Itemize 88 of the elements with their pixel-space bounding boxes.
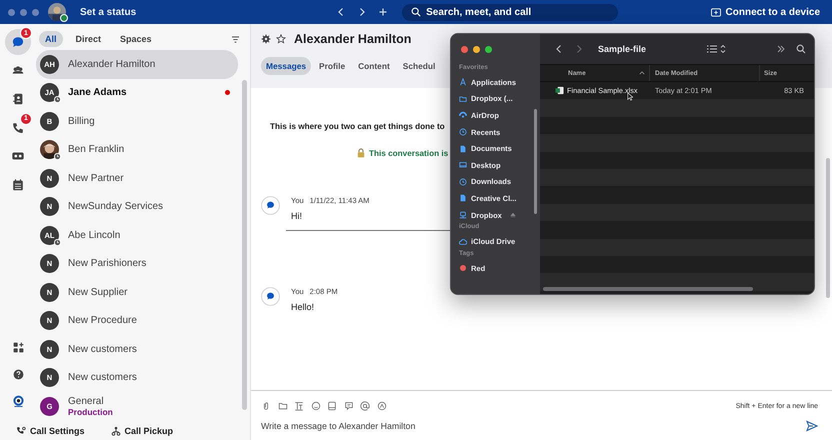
unread-dot (225, 90, 230, 96)
filter-tab[interactable]: Spaces (114, 31, 158, 47)
calendar-icon (11, 178, 25, 192)
contact-name: New Supplier (68, 286, 128, 298)
chat-avatar-icon (261, 287, 280, 306)
presence-dot (60, 14, 68, 22)
chat-avatar-icon (261, 196, 280, 215)
phone-settings-icon (16, 426, 26, 436)
contact-name: New Procedure (68, 315, 137, 326)
clock-icon (459, 128, 467, 136)
scrollbar[interactable] (826, 158, 830, 298)
pickup-icon (110, 426, 121, 436)
contacts-icon (11, 92, 25, 106)
attach-icon[interactable] (261, 401, 271, 411)
call-settings-button[interactable]: Call Settings (16, 426, 85, 436)
contact-item[interactable]: Ben Franklin (36, 136, 238, 164)
back-icon[interactable] (554, 44, 564, 54)
contact-name: New customers (68, 344, 137, 355)
monitor-icon (459, 161, 467, 170)
window-title: Sample-file (598, 44, 646, 54)
call-pickup-button[interactable]: Call Pickup (110, 426, 174, 436)
conversation-tab[interactable]: Profile (314, 57, 350, 75)
logo-icon[interactable] (12, 395, 24, 408)
conversation-title: Alexander Hamilton (294, 32, 412, 46)
scrollbar[interactable] (534, 109, 537, 214)
minimize-button[interactable] (473, 46, 480, 52)
spreadsheet-icon (555, 86, 564, 96)
close-button[interactable] (461, 46, 468, 52)
search-icon (411, 7, 422, 17)
space-subtitle: Production (68, 406, 113, 417)
encryption-notice: This conversation is (369, 148, 448, 158)
contact-name: General (68, 396, 105, 407)
device-icon (710, 8, 721, 16)
apps-icon[interactable] (12, 341, 24, 354)
comment-icon[interactable] (344, 401, 354, 411)
download-icon (459, 178, 467, 186)
drive-icon (459, 211, 467, 220)
help-icon[interactable] (12, 368, 24, 381)
phone-icon (11, 120, 25, 135)
contact-name: New Parishioners (68, 258, 146, 270)
lock-icon (357, 148, 365, 158)
plus-icon[interactable] (378, 7, 388, 17)
contact-name: Ben Franklin (68, 144, 124, 156)
contact-name: New Partner (68, 172, 124, 184)
filter-icon[interactable] (231, 36, 240, 42)
zoom-button[interactable] (485, 46, 492, 52)
send-icon[interactable] (806, 420, 818, 432)
contact-name: Abe Lincoln (68, 230, 120, 241)
message-input[interactable]: Write a message to Alexander Hamilton (261, 421, 806, 431)
settings-icon[interactable] (261, 34, 271, 44)
status-link[interactable]: Set a status (80, 6, 136, 18)
conversation-tab[interactable]: Messages (261, 57, 312, 75)
search-field[interactable]: Search, meet, and call (402, 4, 618, 20)
search-icon[interactable] (796, 44, 806, 54)
star-icon[interactable] (276, 34, 286, 44)
emoji-icon[interactable] (310, 401, 320, 411)
filter-tab[interactable]: All (39, 31, 63, 47)
contact-name: Billing (68, 116, 95, 127)
alert-icon[interactable] (376, 401, 386, 411)
eject-icon[interactable] (510, 212, 516, 218)
apps-icon (459, 78, 467, 86)
mention-icon[interactable] (360, 401, 370, 411)
connect-button[interactable]: Connect to a device (706, 6, 824, 18)
chevron-icon[interactable] (776, 44, 786, 54)
document-icon (459, 144, 467, 153)
conversation-tab[interactable]: Content (353, 57, 395, 75)
scrollbar[interactable] (242, 80, 247, 410)
filter-tab[interactable]: Direct (70, 31, 108, 47)
contact-name: NewSunday Services (68, 201, 164, 212)
chat-icon (11, 35, 25, 49)
contact-name: Alexander Hamilton (68, 58, 156, 70)
scrollbar[interactable] (543, 287, 753, 291)
intro-text: This is where you two can get things done to (270, 122, 446, 131)
contact-name: Jane Adams (68, 87, 127, 98)
contact-name: New customers (68, 372, 137, 384)
sort-icon[interactable] (639, 71, 645, 75)
list-view-icon[interactable] (706, 44, 726, 54)
folder-icon[interactable] (278, 401, 288, 411)
message-text: Hello! (291, 302, 316, 312)
forward-icon[interactable] (357, 7, 368, 17)
airdrop-icon (459, 111, 467, 120)
folder-icon (459, 94, 467, 103)
conversation-tab[interactable]: Schedul (398, 57, 436, 75)
document-icon (459, 194, 467, 202)
sticker-icon[interactable] (327, 401, 337, 411)
message-text: Hi! (291, 211, 303, 221)
text-format-icon[interactable] (294, 401, 304, 411)
cloud-icon (459, 238, 467, 246)
